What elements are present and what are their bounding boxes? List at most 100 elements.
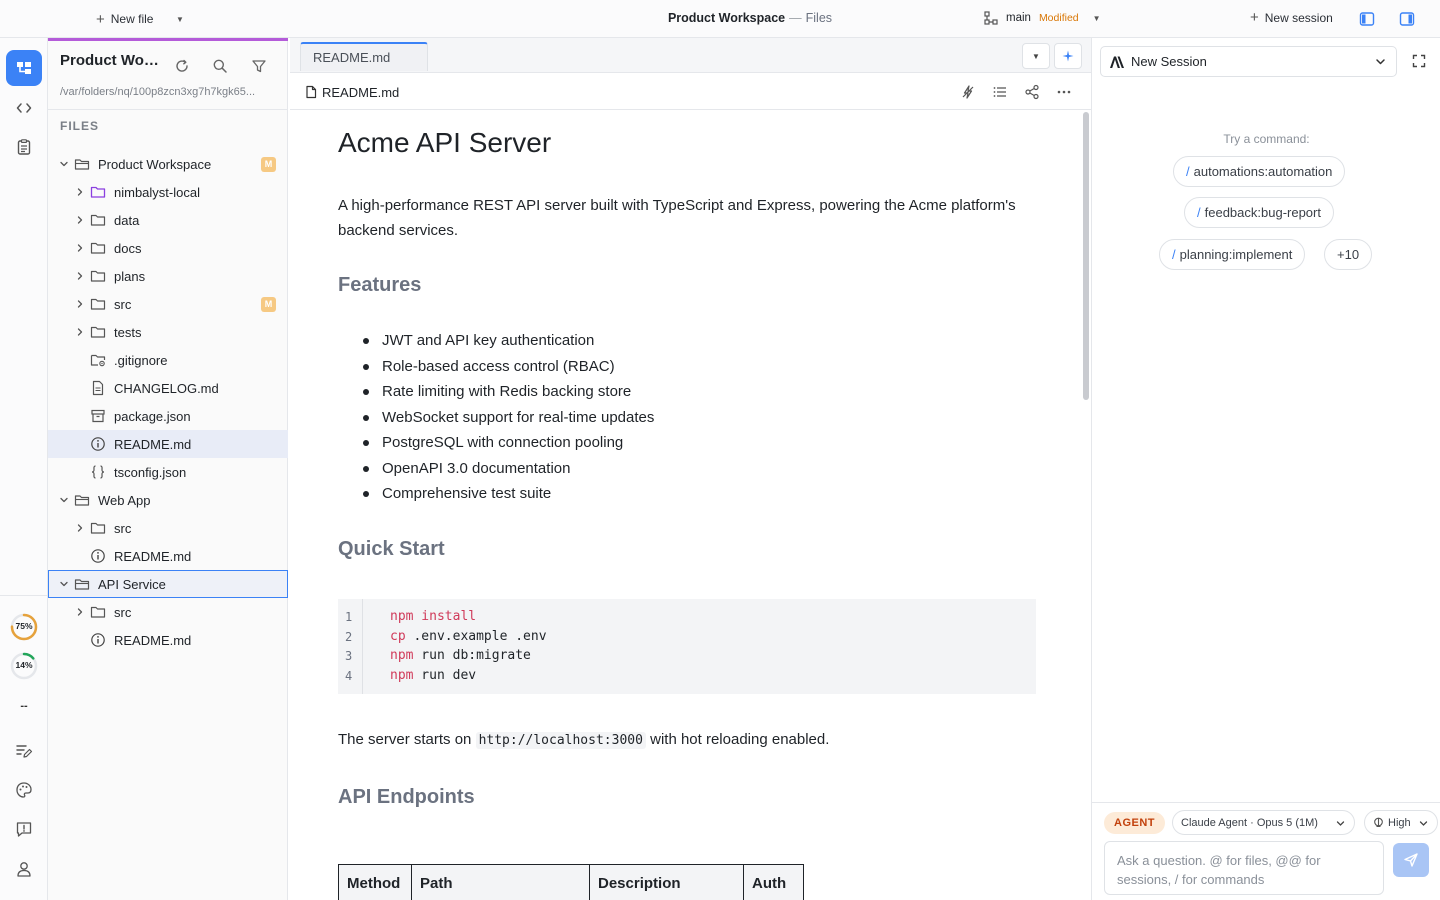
tree-file-row[interactable]: package.json bbox=[48, 402, 288, 430]
code-block[interactable]: 1 npm install 2 cp .env.example .env 3 npm ru… bbox=[338, 599, 1036, 694]
endpoints-table: Method Path Description Auth bbox=[338, 864, 804, 900]
usage-ring-label: 75% bbox=[15, 621, 33, 631]
tree-item-label: Product Workspace bbox=[98, 156, 212, 172]
workspace-path: /var/folders/nq/100p8zcn3xg7h7kgk65... bbox=[60, 86, 256, 98]
markdown-preview[interactable]: Acme API Server A high-performance REST … bbox=[290, 111, 1080, 900]
outline-button[interactable] bbox=[992, 84, 1008, 100]
tree-item-label: nimbalyst-local bbox=[114, 184, 200, 200]
tree-folder-row[interactable]: src bbox=[48, 598, 288, 626]
filter-button[interactable] bbox=[251, 58, 267, 74]
tree-item-label: plans bbox=[114, 268, 146, 284]
tree-workspace-row[interactable]: Web App bbox=[48, 486, 288, 514]
code-view-button[interactable] bbox=[6, 90, 42, 126]
features-heading: Features bbox=[338, 274, 422, 296]
top-bar: + New file ▼ Product Workspace — Files mai… bbox=[0, 0, 1440, 38]
tree-file-row[interactable]: README.md bbox=[48, 430, 288, 458]
feedback-button[interactable] bbox=[6, 811, 42, 847]
chevron-right-icon[interactable] bbox=[74, 326, 86, 338]
more-icon bbox=[1057, 90, 1071, 94]
new-file-button[interactable]: + New file bbox=[96, 10, 153, 28]
chevron-right-icon[interactable] bbox=[74, 522, 86, 534]
table-header-cell: Auth bbox=[743, 864, 804, 900]
code-command: cp bbox=[390, 628, 406, 644]
tree-folder-row[interactable]: data bbox=[48, 206, 288, 234]
list-item: PostgreSQL with connection pooling bbox=[338, 430, 654, 456]
share-button[interactable] bbox=[1024, 84, 1040, 100]
search-button[interactable] bbox=[212, 58, 228, 74]
tab-readme[interactable]: README.md bbox=[300, 42, 428, 71]
usage-ring-1[interactable]: 75% bbox=[9, 612, 39, 642]
refresh-button[interactable] bbox=[174, 58, 190, 74]
tree-file-row[interactable]: README.md bbox=[48, 626, 288, 654]
effort-selector[interactable]: High bbox=[1364, 810, 1438, 835]
tree-folder-row[interactable]: plans bbox=[48, 262, 288, 290]
usage-placeholder[interactable]: -- bbox=[9, 691, 39, 721]
chevron-right-icon[interactable] bbox=[74, 214, 86, 226]
chat-input[interactable]: Ask a question. @ for files, @@ for sess… bbox=[1104, 841, 1384, 895]
command-label: automations:automation bbox=[1193, 164, 1333, 179]
new-file-dropdown-button[interactable]: ▼ bbox=[172, 12, 188, 26]
chevron-right-icon[interactable] bbox=[74, 242, 86, 254]
agent-panel: New Session Try a command: / automations:… bbox=[1091, 38, 1440, 900]
git-branch-selector[interactable]: main Modified ▼ bbox=[984, 11, 1101, 25]
tree-folder-row[interactable]: src M bbox=[48, 290, 288, 318]
tabs-dropdown-button[interactable]: ▼ bbox=[1022, 43, 1050, 69]
agent-mode-badge[interactable]: AGENT bbox=[1104, 812, 1165, 834]
more-commands-chip[interactable]: +10 bbox=[1324, 239, 1373, 270]
tree-folder-row[interactable]: nimbalyst-local bbox=[48, 178, 288, 206]
tree-file-row[interactable]: CHANGELOG.md bbox=[48, 374, 288, 402]
command-label: feedback:bug-report bbox=[1204, 205, 1321, 220]
plus-icon: + bbox=[96, 10, 105, 28]
ai-assist-button[interactable] bbox=[1054, 43, 1082, 69]
doc-intro: A high-performance REST API server built… bbox=[338, 197, 1016, 239]
folder-icon bbox=[90, 604, 106, 620]
slash-icon: / bbox=[1186, 164, 1190, 179]
editor-scrollbar[interactable] bbox=[1083, 112, 1089, 400]
table-header-cell: Description bbox=[589, 864, 744, 900]
chevron-right-icon[interactable] bbox=[74, 270, 86, 282]
edit-list-button[interactable] bbox=[6, 733, 42, 769]
model-selector[interactable]: Claude Agent · Opus 5 (1M) bbox=[1172, 810, 1355, 835]
tree-file-row[interactable]: README.md bbox=[48, 542, 288, 570]
tree-workspace-row[interactable]: Product Workspace M bbox=[48, 150, 288, 178]
send-button[interactable] bbox=[1393, 843, 1429, 877]
tree-file-row[interactable]: tsconfig.json bbox=[48, 458, 288, 486]
endpoints-heading: API Endpoints bbox=[338, 786, 475, 808]
new-session-button[interactable]: + New session bbox=[1250, 10, 1333, 25]
tree-workspace-row[interactable]: API Service bbox=[48, 570, 288, 598]
chevron-right-icon[interactable] bbox=[74, 186, 86, 198]
toggle-right-panel-button[interactable] bbox=[1399, 11, 1415, 27]
command-chip-implement[interactable]: / planning:implement bbox=[1159, 239, 1306, 270]
tree-folder-row[interactable]: docs bbox=[48, 234, 288, 262]
list-icon bbox=[993, 87, 1006, 97]
toggle-left-panel-button[interactable] bbox=[1359, 11, 1375, 27]
tree-item-label: src bbox=[114, 520, 132, 536]
command-label: planning:implement bbox=[1179, 247, 1293, 262]
files-view-button[interactable] bbox=[6, 50, 42, 86]
session-select[interactable]: New Session bbox=[1100, 46, 1397, 77]
tree-file-row[interactable]: .gitignore bbox=[48, 346, 288, 374]
tree-folder-row[interactable]: src bbox=[48, 514, 288, 542]
code-line: cp .env.example .env bbox=[390, 629, 547, 644]
palette-icon bbox=[16, 782, 32, 798]
tab-bar: README.md ▼ bbox=[290, 38, 1091, 73]
chevron-right-icon[interactable] bbox=[74, 606, 86, 618]
usage-ring-2[interactable]: 14% bbox=[9, 651, 39, 681]
more-options-button[interactable] bbox=[1056, 84, 1072, 100]
toggle-mode-button[interactable] bbox=[960, 84, 976, 100]
command-chip-bug-report[interactable]: / feedback:bug-report bbox=[1184, 197, 1334, 228]
chevron-down-icon[interactable] bbox=[58, 158, 70, 170]
command-chip-automation[interactable]: / automations:automation bbox=[1173, 156, 1346, 187]
chevron-down-icon[interactable] bbox=[58, 578, 70, 590]
chevron-right-icon[interactable] bbox=[74, 298, 86, 310]
info-icon bbox=[90, 436, 106, 452]
line-number: 3 bbox=[345, 649, 353, 664]
tree-item-label: README.md bbox=[114, 436, 192, 452]
server-text-after: with hot reloading enabled. bbox=[645, 731, 830, 748]
account-button[interactable] bbox=[6, 851, 42, 887]
chevron-down-icon[interactable] bbox=[58, 494, 70, 506]
expand-icon[interactable] bbox=[1412, 54, 1426, 68]
tasks-view-button[interactable] bbox=[6, 129, 42, 165]
tree-folder-row[interactable]: tests bbox=[48, 318, 288, 346]
theme-button[interactable] bbox=[6, 772, 42, 808]
